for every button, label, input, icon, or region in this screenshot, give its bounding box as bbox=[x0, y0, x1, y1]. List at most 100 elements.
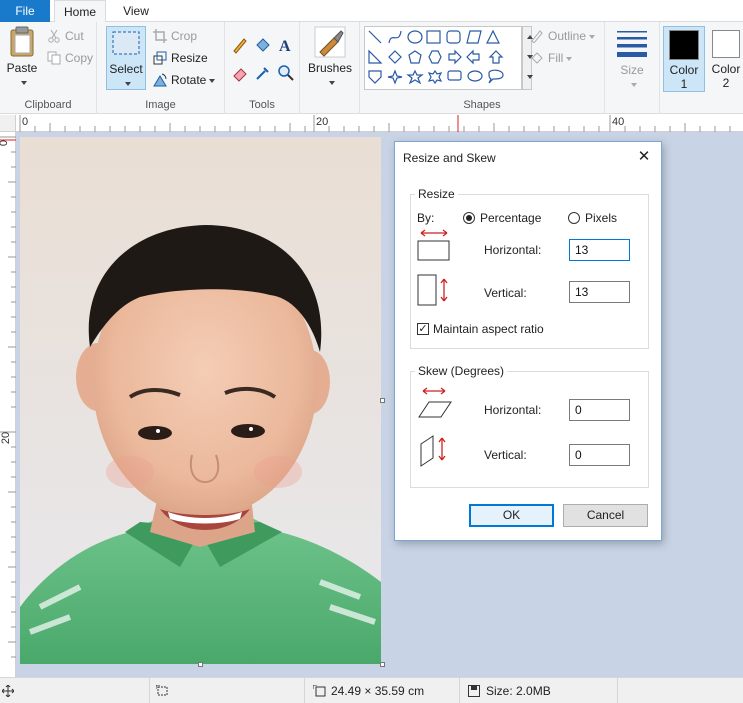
scissors-icon bbox=[48, 29, 60, 43]
shapes-gallery bbox=[364, 26, 522, 90]
color1-label: Color bbox=[669, 63, 699, 77]
fill-button[interactable]: Fill bbox=[528, 48, 573, 68]
copy-label: Copy bbox=[65, 51, 94, 65]
image-dimensions-text: 24.49 × 35.59 cm bbox=[331, 684, 425, 698]
text-icon[interactable]: A bbox=[277, 36, 295, 54]
canvas-resize-handle-bottom[interactable] bbox=[198, 662, 203, 667]
rotate-icon bbox=[153, 73, 167, 87]
ruler-vertical-label-0: 0 bbox=[0, 140, 10, 146]
brushes-group: Brushes bbox=[300, 22, 360, 114]
paste-icon bbox=[10, 26, 34, 57]
canvas-resize-handle-right[interactable] bbox=[380, 398, 385, 403]
skew-horizontal-label: Horizontal: bbox=[484, 403, 542, 417]
size-dropdown-icon bbox=[630, 82, 637, 87]
selection-size-icon bbox=[156, 685, 168, 696]
by-label: By: bbox=[417, 211, 435, 225]
skew-horizontal-icon bbox=[418, 387, 452, 418]
resize-group-label: Resize bbox=[415, 187, 458, 201]
rotate-dropdown-icon bbox=[209, 78, 216, 83]
brushes-button[interactable]: Brushes bbox=[308, 26, 352, 90]
clipboard-group-label: Clipboard bbox=[24, 99, 72, 111]
pencil-icon[interactable] bbox=[231, 36, 249, 54]
resize-horizontal-icon bbox=[417, 229, 450, 261]
skew-group-label: Skew (Degrees) bbox=[415, 364, 508, 378]
shapes-gallery-icons[interactable] bbox=[365, 27, 521, 89]
size-button[interactable]: Size bbox=[611, 26, 653, 90]
canvas-resize-handle-corner[interactable] bbox=[380, 662, 385, 667]
color2-label: Color bbox=[711, 62, 741, 76]
color-picker-icon[interactable] bbox=[254, 64, 272, 82]
size-group: Size bbox=[605, 22, 660, 114]
tab-home[interactable]: Home bbox=[54, 0, 106, 23]
fill-icon bbox=[531, 52, 543, 64]
select-rect-icon bbox=[112, 31, 140, 55]
skew-horizontal-input[interactable] bbox=[569, 399, 630, 421]
status-image-dimensions: 24.49 × 35.59 cm bbox=[305, 678, 460, 703]
cancel-button[interactable]: Cancel bbox=[563, 504, 648, 527]
maintain-aspect-checkbox[interactable]: ✓ bbox=[417, 323, 429, 335]
resize-vertical-input[interactable] bbox=[569, 281, 630, 303]
eraser-icon[interactable] bbox=[231, 64, 249, 82]
select-label: Select bbox=[109, 62, 143, 76]
image-group: Select Crop Resize Rotate Image bbox=[97, 22, 225, 114]
outline-dropdown-icon bbox=[589, 34, 596, 39]
line-width-icon bbox=[617, 31, 647, 57]
rotate-label: Rotate bbox=[171, 73, 207, 87]
file-size-text: Size: 2.0MB bbox=[486, 684, 551, 698]
tab-view[interactable]: View bbox=[112, 0, 160, 22]
ruler-label-40: 40 bbox=[612, 116, 625, 128]
status-cursor-position bbox=[0, 678, 150, 703]
ruler-label-0: 0 bbox=[22, 116, 29, 128]
ribbon-tabbar: File Home View bbox=[0, 0, 743, 23]
paste-dropdown-icon bbox=[20, 80, 27, 85]
resize-horizontal-input[interactable] bbox=[569, 239, 630, 261]
select-button[interactable]: Select bbox=[106, 26, 146, 90]
color2-button[interactable]: Color 2 bbox=[708, 26, 743, 92]
shapes-group: Outline Fill Shapes bbox=[360, 22, 605, 114]
move-cursor-icon bbox=[2, 685, 14, 697]
cut-button[interactable]: Cut bbox=[45, 26, 84, 46]
pixels-label[interactable]: Pixels bbox=[585, 211, 617, 225]
crop-label: Crop bbox=[171, 29, 198, 43]
fill-label: Fill bbox=[548, 51, 564, 65]
ruler-vertical: 0 20 bbox=[0, 132, 16, 677]
outline-button[interactable]: Outline bbox=[528, 26, 596, 46]
skew-vertical-input[interactable] bbox=[569, 444, 630, 466]
resize-vertical-label: Vertical: bbox=[484, 286, 527, 300]
skew-vertical-label: Vertical: bbox=[484, 448, 527, 462]
resize-vertical-icon bbox=[417, 274, 448, 306]
portrait-photo bbox=[20, 137, 381, 664]
cut-label: Cut bbox=[65, 29, 84, 43]
copy-button[interactable]: Copy bbox=[45, 48, 93, 68]
canvas-image[interactable] bbox=[20, 137, 381, 664]
tools-group-label: Tools bbox=[249, 99, 275, 111]
tab-file[interactable]: File bbox=[0, 0, 50, 22]
resize-skew-dialog: Resize and Skew ✕ Resize By: Percentage … bbox=[394, 141, 662, 541]
ruler-vertical-label-20: 20 bbox=[0, 431, 13, 445]
skew-vertical-icon bbox=[420, 435, 446, 467]
image-size-icon bbox=[313, 685, 326, 697]
percentage-label[interactable]: Percentage bbox=[480, 211, 541, 225]
select-dropdown-icon bbox=[124, 81, 131, 86]
resize-button[interactable]: Resize bbox=[151, 48, 208, 68]
ok-button[interactable]: OK bbox=[469, 504, 554, 527]
crop-button[interactable]: Crop bbox=[151, 26, 197, 46]
copy-icon bbox=[47, 51, 61, 65]
brush-icon bbox=[314, 26, 346, 58]
dialog-title: Resize and Skew bbox=[403, 151, 496, 165]
status-selection-size bbox=[150, 678, 305, 703]
paste-button[interactable]: Paste bbox=[4, 26, 40, 88]
color1-button[interactable]: Color 1 bbox=[663, 26, 705, 92]
resize-group: Resize By: Percentage Pixels Horizontal:… bbox=[410, 187, 649, 349]
crop-icon bbox=[153, 29, 167, 43]
magnifier-icon[interactable] bbox=[277, 64, 295, 82]
maintain-aspect-label[interactable]: Maintain aspect ratio bbox=[433, 322, 544, 336]
disk-icon bbox=[468, 685, 480, 697]
pixels-radio[interactable] bbox=[568, 212, 580, 224]
rotate-button[interactable]: Rotate bbox=[151, 70, 216, 90]
close-icon[interactable]: ✕ bbox=[633, 146, 655, 168]
ribbon: Paste Cut Copy Clipboard Select Crop Res… bbox=[0, 22, 743, 114]
fill-bucket-icon[interactable] bbox=[254, 36, 272, 54]
percentage-radio[interactable] bbox=[463, 212, 475, 224]
clipboard-group: Paste Cut Copy Clipboard bbox=[0, 22, 97, 114]
